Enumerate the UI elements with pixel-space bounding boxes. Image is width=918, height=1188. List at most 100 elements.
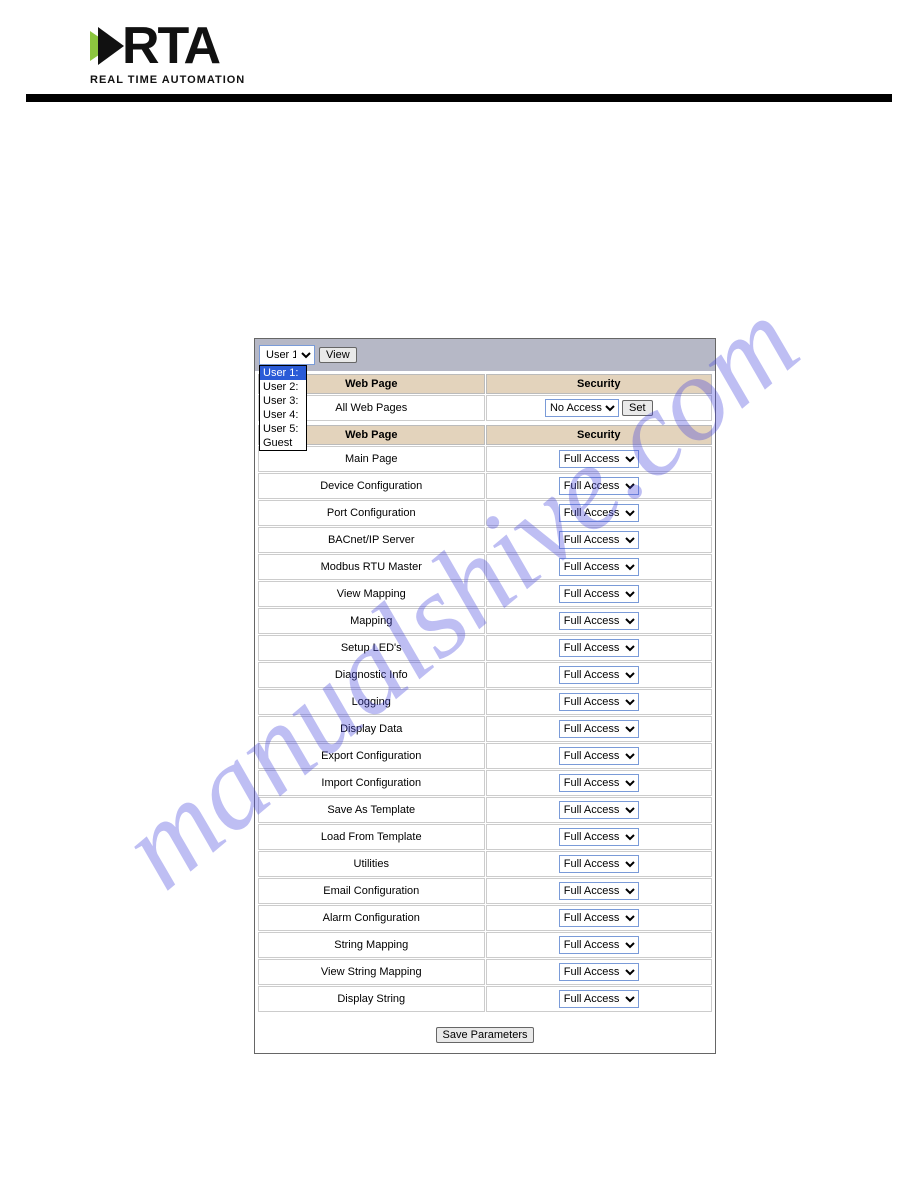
page-security-cell: Full Access — [486, 851, 713, 877]
table-row: Port Configuration Full Access — [258, 500, 712, 526]
page-access-select[interactable]: Full Access — [559, 450, 639, 468]
page-access-select[interactable]: Full Access — [559, 720, 639, 738]
panel-topbar: User 1: View User 1: User 2: User 3: Use… — [255, 339, 715, 371]
header-security: Security — [486, 425, 713, 445]
page-security-cell: Full Access — [486, 608, 713, 634]
logo-text: RTA — [122, 20, 219, 72]
page-name-cell: Diagnostic Info — [258, 662, 485, 688]
page-security-cell: Full Access — [486, 959, 713, 985]
page-security-cell: Full Access — [486, 932, 713, 958]
all-pages-row: All Web Pages No Access Set — [258, 395, 712, 421]
table-row: View String Mapping Full Access — [258, 959, 712, 985]
all-pages-security-cell: No Access Set — [486, 395, 713, 421]
user-dropdown[interactable]: User 1: User 2: User 3: User 4: User 5: … — [259, 365, 307, 451]
dropdown-item-user3[interactable]: User 3: — [260, 394, 306, 408]
page-name-cell: Display String — [258, 986, 485, 1012]
page-access-select[interactable]: Full Access — [559, 747, 639, 765]
table-row: Alarm Configuration Full Access — [258, 905, 712, 931]
page-access-select[interactable]: Full Access — [559, 666, 639, 684]
dropdown-item-user4[interactable]: User 4: — [260, 408, 306, 422]
page-access-select[interactable]: Full Access — [559, 990, 639, 1008]
table-row: Diagnostic Info Full Access — [258, 662, 712, 688]
table-row: LoggingFull Access — [258, 689, 712, 715]
page-access-select[interactable]: Full Access — [559, 801, 639, 819]
page-security-cell: Full Access — [486, 824, 713, 850]
table-header-row: Web Page Security — [258, 425, 712, 445]
page-name-cell: Save As Template — [258, 797, 485, 823]
page-access-select[interactable]: Full Access — [559, 612, 639, 630]
page-security-cell: Full Access — [486, 662, 713, 688]
page-security-cell: Full Access — [486, 716, 713, 742]
page-name-cell: View String Mapping — [258, 959, 485, 985]
table-row: Export Configuration Full Access — [258, 743, 712, 769]
page-security-cell: Full Access — [486, 797, 713, 823]
user-select[interactable]: User 1: — [259, 345, 315, 365]
page-name-cell: Import Configuration — [258, 770, 485, 796]
page-access-select[interactable]: Full Access — [559, 504, 639, 522]
page-name-cell: String Mapping — [258, 932, 485, 958]
page-access-select[interactable]: Full Access — [559, 477, 639, 495]
view-button[interactable]: View — [319, 347, 357, 363]
table-row: Mapping Full Access — [258, 608, 712, 634]
table-row: Main PageFull Access — [258, 446, 712, 472]
table-row: BACnet/IP Server Full Access — [258, 527, 712, 553]
table-row: Modbus RTU Master Full Access — [258, 554, 712, 580]
page-name-cell: Mapping — [258, 608, 485, 634]
page-access-select[interactable]: Full Access — [559, 531, 639, 549]
table-row: Display String Full Access — [258, 986, 712, 1012]
save-row: Save Parameters — [255, 1015, 715, 1053]
page-access-select[interactable]: Full Access — [559, 828, 639, 846]
page-name-cell: Modbus RTU Master — [258, 554, 485, 580]
header-security: Security — [486, 374, 713, 394]
page-name-cell: Email Configuration — [258, 878, 485, 904]
logo-subtitle: REAL TIME AUTOMATION — [90, 74, 245, 86]
page-name-cell: Export Configuration — [258, 743, 485, 769]
page-access-select[interactable]: Full Access — [559, 558, 639, 576]
page-security-cell: Full Access — [486, 500, 713, 526]
page-name-cell: Alarm Configuration — [258, 905, 485, 931]
dropdown-item-user5[interactable]: User 5: — [260, 422, 306, 436]
page-name-cell: Device Configuration — [258, 473, 485, 499]
table-row: Device Configuration Full Access — [258, 473, 712, 499]
table-row: String Mapping Full Access — [258, 932, 712, 958]
page-security-cell: Full Access — [486, 770, 713, 796]
page-access-select[interactable]: Full Access — [559, 585, 639, 603]
page-header: RTA REAL TIME AUTOMATION — [0, 0, 918, 86]
page-access-select[interactable]: Full Access — [559, 774, 639, 792]
set-button[interactable]: Set — [622, 400, 653, 416]
table-row: Import Configuration Full Access — [258, 770, 712, 796]
page-security-cell: Full Access — [486, 635, 713, 661]
page-access-select[interactable]: Full Access — [559, 963, 639, 981]
page-security-cell: Full Access — [486, 743, 713, 769]
page-access-select[interactable]: Full Access — [559, 855, 639, 873]
page-security-cell: Full Access — [486, 473, 713, 499]
page-access-select[interactable]: Full Access — [559, 936, 639, 954]
page-access-select[interactable]: Full Access — [559, 639, 639, 657]
save-parameters-button[interactable]: Save Parameters — [436, 1027, 535, 1043]
page-name-cell: View Mapping — [258, 581, 485, 607]
page-access-select[interactable]: Full Access — [559, 882, 639, 900]
table-row: Load From TemplateFull Access — [258, 824, 712, 850]
page-security-cell: Full Access — [486, 554, 713, 580]
table-row: Save As Template Full Access — [258, 797, 712, 823]
dropdown-item-user2[interactable]: User 2: — [260, 380, 306, 394]
security-panel: User 1: View User 1: User 2: User 3: Use… — [254, 338, 716, 1054]
all-pages-access-select[interactable]: No Access — [545, 399, 619, 417]
page-security-cell: Full Access — [486, 689, 713, 715]
page-security-cell: Full Access — [486, 986, 713, 1012]
page-name-cell: Utilities — [258, 851, 485, 877]
page-name-cell: Display Data — [258, 716, 485, 742]
logo: RTA REAL TIME AUTOMATION — [90, 20, 260, 86]
logo-arrow-icon — [90, 21, 128, 71]
table-row: Utilities Full Access — [258, 851, 712, 877]
dropdown-item-guest[interactable]: Guest — [260, 436, 306, 450]
dropdown-item-user1[interactable]: User 1: — [260, 366, 306, 380]
page-name-cell: Port Configuration — [258, 500, 485, 526]
page-access-select[interactable]: Full Access — [559, 909, 639, 927]
page-name-cell: BACnet/IP Server — [258, 527, 485, 553]
table-row: Display Data Full Access — [258, 716, 712, 742]
header-divider — [26, 94, 892, 102]
page-access-select[interactable]: Full Access — [559, 693, 639, 711]
table-header-row: Web Page Security — [258, 374, 712, 394]
page-name-cell: Setup LED's — [258, 635, 485, 661]
